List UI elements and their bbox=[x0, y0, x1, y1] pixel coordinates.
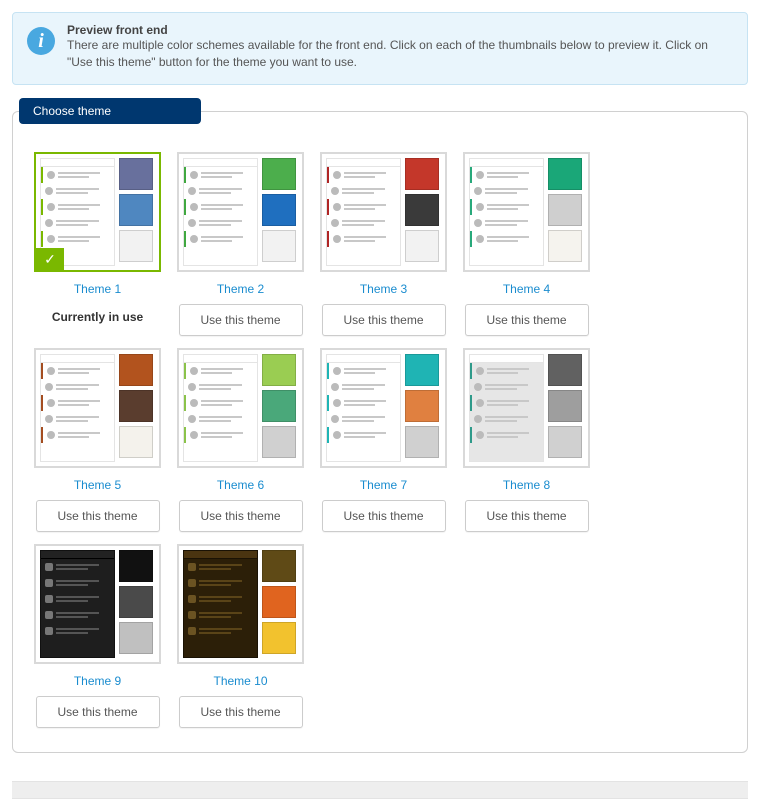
theme-thumbnail[interactable] bbox=[177, 348, 304, 468]
color-swatch bbox=[548, 158, 582, 190]
color-swatch bbox=[119, 390, 153, 422]
swatch-column bbox=[119, 354, 155, 462]
theme-card: Theme 2 Use this theme bbox=[174, 152, 307, 336]
theme-preview-mock bbox=[183, 354, 258, 462]
theme-card: Theme 7 Use this theme bbox=[317, 348, 450, 532]
color-swatch bbox=[119, 194, 153, 226]
theme-thumbnail[interactable] bbox=[34, 544, 161, 664]
theme-preview-mock bbox=[183, 158, 258, 266]
theme-name-link[interactable]: Theme 2 bbox=[217, 282, 264, 296]
theme-thumbnail[interactable]: ✓ bbox=[34, 152, 161, 272]
swatch-column bbox=[262, 158, 298, 266]
color-swatch bbox=[262, 230, 296, 262]
theme-name-link[interactable]: Theme 5 bbox=[74, 478, 121, 492]
use-this-theme-button[interactable]: Use this theme bbox=[465, 500, 589, 532]
color-swatch bbox=[262, 158, 296, 190]
color-swatch bbox=[405, 158, 439, 190]
color-swatch bbox=[548, 426, 582, 458]
color-swatch bbox=[119, 550, 153, 582]
color-swatch bbox=[119, 230, 153, 262]
theme-card: Theme 10 Use this theme bbox=[174, 544, 307, 728]
color-swatch bbox=[262, 622, 296, 654]
swatch-column bbox=[548, 354, 584, 462]
theme-preview-mock bbox=[469, 158, 544, 266]
theme-preview-mock bbox=[326, 354, 401, 462]
color-swatch bbox=[405, 390, 439, 422]
theme-thumbnail[interactable] bbox=[34, 348, 161, 468]
theme-card: Theme 6 Use this theme bbox=[174, 348, 307, 532]
theme-name-link[interactable]: Theme 8 bbox=[503, 478, 550, 492]
theme-name-link[interactable]: Theme 4 bbox=[503, 282, 550, 296]
color-swatch bbox=[262, 426, 296, 458]
theme-thumbnail[interactable] bbox=[320, 152, 447, 272]
theme-name-link[interactable]: Theme 3 bbox=[360, 282, 407, 296]
use-this-theme-button[interactable]: Use this theme bbox=[36, 696, 160, 728]
swatch-column bbox=[119, 158, 155, 266]
color-swatch bbox=[548, 390, 582, 422]
color-swatch bbox=[548, 194, 582, 226]
color-swatch bbox=[262, 550, 296, 582]
color-swatch bbox=[262, 586, 296, 618]
info-body: There are multiple color schemes availab… bbox=[67, 37, 735, 72]
use-this-theme-button[interactable]: Use this theme bbox=[322, 500, 446, 532]
color-swatch bbox=[405, 426, 439, 458]
color-swatch bbox=[548, 354, 582, 386]
theme-name-link[interactable]: Theme 6 bbox=[217, 478, 264, 492]
theme-thumbnail[interactable] bbox=[320, 348, 447, 468]
theme-card: ✓ Theme 1 Currently in use bbox=[31, 152, 164, 336]
use-this-theme-button[interactable]: Use this theme bbox=[179, 500, 303, 532]
color-swatch bbox=[405, 194, 439, 226]
info-box: i Preview front end There are multiple c… bbox=[12, 12, 748, 85]
theme-thumbnail[interactable] bbox=[177, 152, 304, 272]
theme-preview-mock bbox=[326, 158, 401, 266]
color-swatch bbox=[548, 230, 582, 262]
theme-name-link[interactable]: Theme 1 bbox=[74, 282, 121, 296]
theme-thumbnail[interactable] bbox=[177, 544, 304, 664]
theme-name-link[interactable]: Theme 7 bbox=[360, 478, 407, 492]
theme-name-link[interactable]: Theme 9 bbox=[74, 674, 121, 688]
theme-grid: ✓ Theme 1 Currently in use Theme 2 Use this … bbox=[31, 152, 729, 728]
info-icon: i bbox=[27, 27, 55, 55]
theme-card: Theme 4 Use this theme bbox=[460, 152, 593, 336]
check-icon: ✓ bbox=[36, 248, 64, 270]
color-swatch bbox=[262, 354, 296, 386]
panel-legend: Choose theme bbox=[19, 98, 201, 124]
swatch-column bbox=[405, 354, 441, 462]
currently-in-use-label: Currently in use bbox=[52, 304, 143, 330]
theme-card: Theme 5 Use this theme bbox=[31, 348, 164, 532]
theme-preview-mock bbox=[40, 550, 115, 658]
footer-bar bbox=[12, 781, 748, 799]
color-swatch bbox=[262, 194, 296, 226]
theme-preview-mock bbox=[469, 354, 544, 462]
color-swatch bbox=[119, 622, 153, 654]
theme-card: Theme 9 Use this theme bbox=[31, 544, 164, 728]
theme-name-link[interactable]: Theme 10 bbox=[213, 674, 267, 688]
theme-preview-mock bbox=[183, 550, 258, 658]
color-swatch bbox=[119, 426, 153, 458]
swatch-column bbox=[548, 158, 584, 266]
swatch-column bbox=[262, 354, 298, 462]
swatch-column bbox=[262, 550, 298, 658]
color-swatch bbox=[119, 586, 153, 618]
color-swatch bbox=[405, 354, 439, 386]
use-this-theme-button[interactable]: Use this theme bbox=[465, 304, 589, 336]
swatch-column bbox=[119, 550, 155, 658]
theme-thumbnail[interactable] bbox=[463, 348, 590, 468]
color-swatch bbox=[119, 354, 153, 386]
theme-preview-mock bbox=[40, 354, 115, 462]
info-title: Preview front end bbox=[67, 23, 735, 37]
swatch-column bbox=[405, 158, 441, 266]
color-swatch bbox=[405, 230, 439, 262]
choose-theme-panel: Choose theme ✓Theme 1Currently in useThe… bbox=[12, 111, 748, 753]
use-this-theme-button[interactable]: Use this theme bbox=[179, 304, 303, 336]
color-swatch bbox=[262, 390, 296, 422]
use-this-theme-button[interactable]: Use this theme bbox=[36, 500, 160, 532]
theme-card: Theme 3 Use this theme bbox=[317, 152, 450, 336]
use-this-theme-button[interactable]: Use this theme bbox=[322, 304, 446, 336]
color-swatch bbox=[119, 158, 153, 190]
theme-thumbnail[interactable] bbox=[463, 152, 590, 272]
use-this-theme-button[interactable]: Use this theme bbox=[179, 696, 303, 728]
theme-card: Theme 8 Use this theme bbox=[460, 348, 593, 532]
